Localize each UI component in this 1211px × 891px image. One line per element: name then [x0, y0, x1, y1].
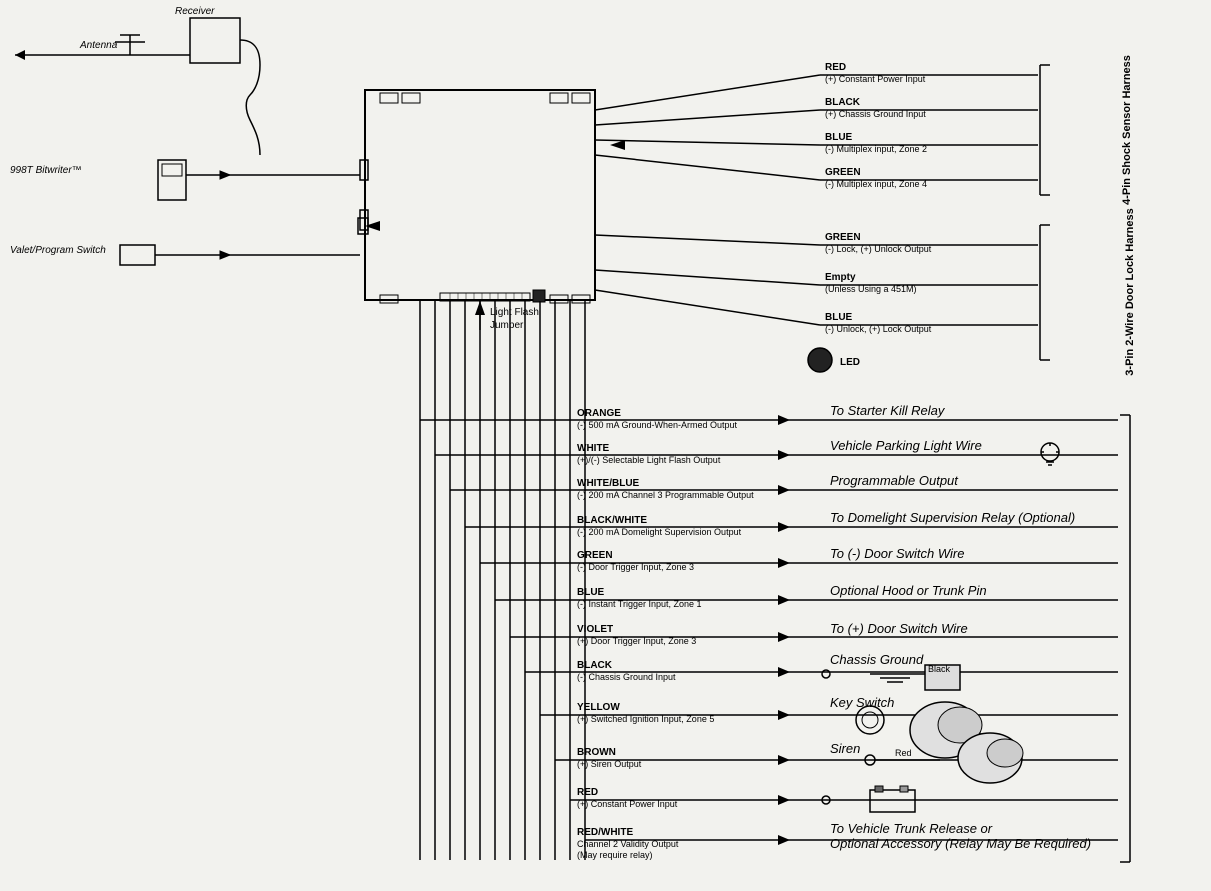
wire-whiteblue-label: WHITE/BLUE	[577, 478, 640, 489]
wire-green-3-desc: (-) Door Trigger Input, Zone 3	[577, 562, 694, 572]
dest-blue-3: Optional Hood or Trunk Pin	[830, 583, 987, 598]
wire-blue-1-desc: (-) Multiplex input, Zone 2	[825, 144, 927, 154]
dest-redwhite-2: Optional Accessory (Relay May Be Require…	[830, 836, 1091, 851]
wire-orange-desc: (-) 500 mA Ground-When-Armed Output	[577, 420, 738, 430]
wire-whiteblue-desc: (-) 200 mA Channel 3 Programmable Output	[577, 490, 754, 500]
wire-redwhite-desc: Channel 2 Validity Output	[577, 839, 679, 849]
ground-black-text: Black	[928, 664, 951, 674]
siren-red-text: Red	[895, 748, 912, 758]
dest-redwhite-1: To Vehicle Trunk Release or	[830, 821, 993, 836]
wire-green-3-label: GREEN	[577, 550, 613, 561]
wire-violet-desc: (+) Door Trigger Input, Zone 3	[577, 636, 696, 646]
dest-blackwhite: To Domelight Supervision Relay (Optional…	[830, 510, 1075, 525]
wire-empty-desc: (Unless Using a 451M)	[825, 284, 917, 294]
wire-red-1-label: RED	[825, 62, 846, 73]
door-lock-harness-label: 3-Pin 2-Wire Door Lock Harness	[1124, 208, 1136, 375]
wire-empty-label: Empty	[825, 272, 856, 283]
dest-brown: Siren	[830, 741, 860, 756]
wire-black-2-desc: (-) Chassis Ground Input	[577, 672, 676, 682]
wire-brown-desc: (+) Siren Output	[577, 759, 642, 769]
wire-brown-label: BROWN	[577, 747, 616, 758]
antenna-label: Antenna	[79, 40, 118, 51]
wire-green-2-label: GREEN	[825, 232, 861, 243]
diagram-container: Antenna Receiver 998T Bitwriter™ Valet/P…	[0, 0, 1211, 891]
light-flash-jumper-label: Light Flash	[490, 307, 539, 318]
dest-white: Vehicle Parking Light Wire	[830, 438, 982, 453]
dest-green-3: To (-) Door Switch Wire	[830, 546, 964, 561]
wire-blue-1-label: BLUE	[825, 132, 853, 143]
wire-redwhite-label: RED/WHITE	[577, 827, 633, 838]
dest-violet: To (+) Door Switch Wire	[830, 621, 968, 636]
wire-green-1-desc: (-) Multiplex input, Zone 4	[825, 179, 927, 189]
wire-blackwhite-desc: (-) 200 mA Domelight Supervision Output	[577, 527, 742, 537]
wire-yellow-desc: (+) Switched Ignition Input, Zone 5	[577, 714, 714, 724]
wire-blue-3-desc: (-) Instant Trigger Input, Zone 1	[577, 599, 702, 609]
wire-redwhite-desc2: (May require relay)	[577, 850, 653, 860]
dest-black-2: Chassis Ground	[830, 652, 924, 667]
wire-green-2-desc: (-) Lock, (+) Unlock Output	[825, 244, 932, 254]
receiver-label: Receiver	[175, 6, 215, 17]
dest-orange: To Starter Kill Relay	[830, 403, 946, 418]
wire-blue-3-label: BLUE	[577, 587, 605, 598]
wire-red-2-label: RED	[577, 787, 598, 798]
wire-violet-label: VIOLET	[577, 624, 613, 635]
shock-sensor-harness-label: 4-Pin Shock Sensor Harness	[1121, 55, 1133, 205]
wire-blue-2-label: BLUE	[825, 312, 853, 323]
dest-whiteblue: Programmable Output	[830, 473, 959, 488]
wire-black-1-label: BLACK	[825, 97, 861, 108]
wire-red-1-desc: (+) Constant Power Input	[825, 74, 926, 84]
wire-black-2-label: BLACK	[577, 660, 613, 671]
wire-red-2-desc: (+) Constant Power Input	[577, 799, 678, 809]
wire-green-1-label: GREEN	[825, 167, 861, 178]
valet-switch-label: Valet/Program Switch	[10, 245, 106, 256]
wire-orange-label: ORANGE	[577, 408, 621, 419]
wire-white-label: WHITE	[577, 443, 610, 454]
wire-white-desc: (+)/(-) Selectable Light Flash Output	[577, 455, 721, 465]
wire-blue-2-desc: (-) Unlock, (+) Lock Output	[825, 324, 932, 334]
wire-blackwhite-label: BLACK/WHITE	[577, 515, 647, 526]
bitwriter-label: 998T Bitwriter™	[10, 165, 82, 176]
led-label: LED	[840, 357, 860, 368]
wire-yellow-label: YELLOW	[577, 702, 620, 713]
wire-black-1-desc: (+) Chassis Ground Input	[825, 109, 926, 119]
